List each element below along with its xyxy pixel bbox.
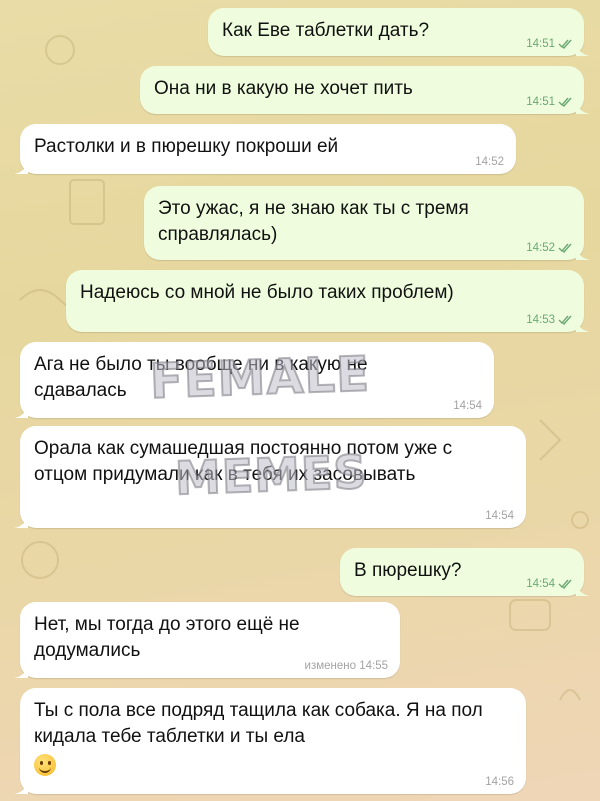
message-time: 14:56 xyxy=(485,776,514,788)
bubble-tail xyxy=(14,780,28,794)
outgoing-message[interactable]: Это ужас, я не знаю как ты с тремя справ… xyxy=(144,186,590,260)
message-time: 14:54 xyxy=(485,510,514,522)
watermark-line-2: MEMES xyxy=(173,444,369,507)
read-check-icon xyxy=(558,579,572,589)
message-time: 14:51 xyxy=(526,96,555,108)
message-meta: 14:54 xyxy=(453,400,482,412)
incoming-message[interactable]: Нет, мы тогда до этого ещё не додумались… xyxy=(14,602,400,678)
outgoing-message[interactable]: Надеюсь со мной не было таких проблем) 1… xyxy=(66,270,590,332)
smiling-face-icon xyxy=(34,754,56,776)
message-meta: изменено 14:55 xyxy=(305,660,388,672)
message-meta: 14:53 xyxy=(526,314,572,326)
message-meta: 14:52 xyxy=(526,242,572,254)
message-time: 14:54 xyxy=(526,578,555,590)
bubble-tail xyxy=(576,246,590,260)
read-check-icon xyxy=(558,97,572,107)
bubble-tail xyxy=(576,318,590,332)
bubble-tail xyxy=(14,514,28,528)
message-meta: 14:51 xyxy=(526,38,572,50)
incoming-message[interactable]: Ты с пола все подряд тащила как собака. … xyxy=(14,688,526,794)
message-text: Растолки и в пюрешку покроши ей xyxy=(34,136,339,157)
read-check-icon xyxy=(558,39,572,49)
message-time: 14:52 xyxy=(475,156,504,168)
message-text: Надеюсь со мной не было таких проблем) xyxy=(80,282,454,303)
message-time: изменено 14:55 xyxy=(304,660,388,672)
message-meta: 14:56 xyxy=(485,776,514,788)
message-meta: 14:51 xyxy=(526,96,572,108)
bubble-tail xyxy=(14,160,28,174)
bubble-tail xyxy=(576,42,590,56)
message-time: 14:52 xyxy=(526,242,555,254)
incoming-message[interactable]: Растолки и в пюрешку покроши ей 14:52 xyxy=(14,124,516,174)
message-text: Ты с пола все подряд тащила как собака. … xyxy=(34,700,483,747)
read-check-icon xyxy=(558,243,572,253)
bubble-tail xyxy=(14,404,28,418)
message-text: Она ни в какую не хочет пить xyxy=(154,78,413,99)
watermark-line-1: FEMALE xyxy=(148,345,372,411)
bubble-tail xyxy=(576,100,590,114)
chat-area: Как Еве таблетки дать? 14:51 Она ни в ка… xyxy=(0,0,600,801)
bubble-tail xyxy=(14,664,28,678)
read-check-icon xyxy=(558,315,572,325)
outgoing-message[interactable]: В пюрешку? 14:54 xyxy=(340,548,590,596)
message-text: Это ужас, я не знаю как ты с тремя справ… xyxy=(158,198,469,245)
message-meta: 14:54 xyxy=(526,578,572,590)
outgoing-message[interactable]: Как Еве таблетки дать? 14:51 xyxy=(208,8,590,56)
message-time: 14:53 xyxy=(526,314,555,326)
message-time: 14:51 xyxy=(526,38,555,50)
message-text: Как Еве таблетки дать? xyxy=(222,20,430,41)
message-text: Нет, мы тогда до этого ещё не додумались xyxy=(34,614,300,661)
outgoing-message[interactable]: Она ни в какую не хочет пить 14:51 xyxy=(140,66,590,114)
bubble-tail xyxy=(576,582,590,596)
message-time: 14:54 xyxy=(453,400,482,412)
message-meta: 14:52 xyxy=(475,156,504,168)
message-meta: 14:54 xyxy=(485,510,514,522)
